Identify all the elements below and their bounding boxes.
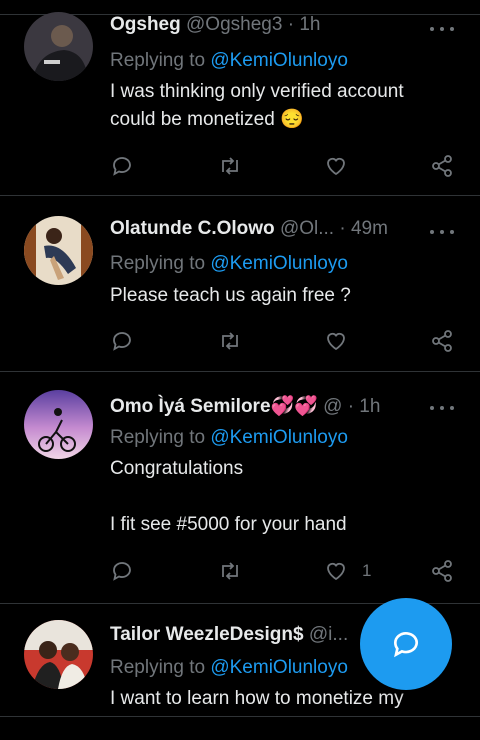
heart-icon <box>327 332 345 351</box>
user-handle[interactable]: @i... <box>309 624 348 645</box>
tweet-item[interactable]: Olatunde C.Olowo @Ol... · 49m Replying t… <box>0 196 480 372</box>
share-icon <box>432 155 452 177</box>
mention-link[interactable]: @KemiOlunloyo <box>210 253 348 274</box>
tweet-actions <box>110 151 460 181</box>
replying-prefix: Replying to <box>110 427 206 448</box>
separator-dot: · <box>339 218 346 239</box>
display-name[interactable]: Olatunde C.Olowo <box>110 218 275 239</box>
tweet-actions <box>110 326 460 356</box>
tweet-text-line: Please teach us again free ? <box>110 285 351 306</box>
compose-reply-icon <box>394 632 418 658</box>
tweet-item[interactable]: Omo Ìyá Semilore💞💞 @ · 1h Replying to @K… <box>0 372 480 604</box>
retweet-icon <box>222 332 238 350</box>
separator-dot: · <box>347 396 355 417</box>
tweet-actions: 1 <box>110 556 460 586</box>
user-handle[interactable]: @Ol... <box>280 218 334 239</box>
retweet-icon <box>222 562 238 580</box>
tweet-text: I was thinking only verified account cou… <box>110 78 440 134</box>
user-handle[interactable]: @Ogsheg3 <box>186 14 282 35</box>
heart-icon <box>327 157 345 176</box>
more-icon[interactable] <box>430 398 454 418</box>
retweet-button[interactable] <box>218 326 242 356</box>
share-button[interactable] <box>430 151 454 181</box>
share-button[interactable] <box>430 556 454 586</box>
tweet-header: Ogsheg @Ogsheg3 · 1h <box>110 14 420 36</box>
replying-to: Replying to @KemiOlunloyo <box>110 427 348 449</box>
mention-link[interactable]: @KemiOlunloyo <box>210 427 348 448</box>
tweet-text-line: I was thinking only verified account <box>110 81 404 102</box>
retweet-button[interactable] <box>218 556 242 586</box>
share-icon <box>432 560 452 582</box>
tweet-text: I want to learn how to monetize my <box>110 685 440 713</box>
timestamp[interactable]: 1h <box>359 396 380 417</box>
reply-icon <box>113 332 131 351</box>
reply-button[interactable] <box>110 326 134 356</box>
timestamp[interactable]: 1h <box>299 14 320 35</box>
tweet-header: Omo Ìyá Semilore💞💞 @ · 1h <box>110 394 420 418</box>
user-handle[interactable]: @ <box>323 396 342 417</box>
tweet-item[interactable]: Ogsheg @Ogsheg3 · 1h Replying to @KemiOl… <box>0 0 480 196</box>
like-button[interactable] <box>324 326 362 356</box>
like-button[interactable]: 1 <box>324 556 371 586</box>
replying-to: Replying to @KemiOlunloyo <box>110 657 348 679</box>
display-name[interactable]: Tailor WeezleDesign$ <box>110 624 304 645</box>
mention-link[interactable]: @KemiOlunloyo <box>210 657 348 678</box>
compose-reply-button[interactable] <box>360 598 452 690</box>
tweet-text: Please teach us again free ? <box>110 282 440 310</box>
replying-to: Replying to @KemiOlunloyo <box>110 253 348 275</box>
tweet-header: Olatunde C.Olowo @Ol... · 49m <box>110 218 420 240</box>
display-name[interactable]: Ogsheg <box>110 14 181 35</box>
like-count: 1 <box>362 561 372 580</box>
avatar[interactable] <box>24 390 93 459</box>
avatar[interactable] <box>24 12 93 81</box>
more-icon[interactable] <box>430 19 454 39</box>
replying-to: Replying to @KemiOlunloyo <box>110 50 348 72</box>
reply-button[interactable] <box>110 556 134 586</box>
tweet-text-line <box>110 483 440 511</box>
share-button[interactable] <box>430 326 454 356</box>
retweet-button[interactable] <box>218 151 242 181</box>
more-icon[interactable] <box>430 222 454 242</box>
tweet-text-line: could be monetized 😔 <box>110 109 304 130</box>
display-name[interactable]: Omo Ìyá Semilore💞💞 <box>110 396 318 417</box>
mention-link[interactable]: @KemiOlunloyo <box>210 50 348 71</box>
retweet-icon <box>222 157 238 175</box>
like-button[interactable] <box>324 151 362 181</box>
separator-dot: · <box>287 14 295 35</box>
reply-button[interactable] <box>110 151 134 181</box>
tweet-text: Congratulations I fit see #5000 for your… <box>110 455 440 539</box>
replying-prefix: Replying to <box>110 50 206 71</box>
tweet-text-line: I fit see #5000 for your hand <box>110 514 347 535</box>
reply-icon <box>113 157 131 176</box>
avatar[interactable] <box>24 620 93 689</box>
avatar[interactable] <box>24 216 93 285</box>
tweet-text-line: I want to learn how to monetize my <box>110 688 404 709</box>
heart-icon <box>327 562 345 581</box>
replying-prefix: Replying to <box>110 657 206 678</box>
replying-prefix: Replying to <box>110 253 206 274</box>
tweet-text-line: Congratulations <box>110 458 244 479</box>
reply-icon <box>113 562 131 581</box>
share-icon <box>432 330 452 352</box>
timestamp[interactable]: 49m <box>351 218 388 239</box>
